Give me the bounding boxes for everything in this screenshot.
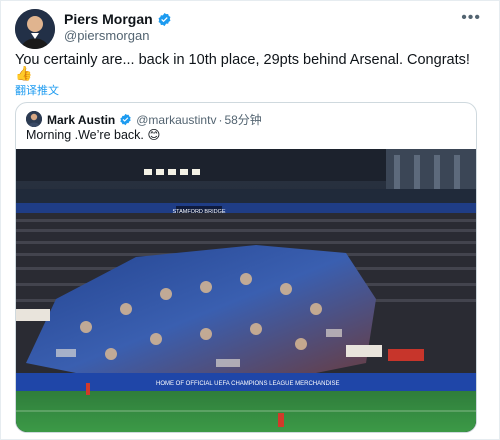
quoted-tweet[interactable]: Mark Austin @markaustintv · 58分钟 Morning… <box>15 102 477 433</box>
verified-badge-icon <box>158 12 171 26</box>
tweet-text: You certainly are... back in 10th place,… <box>15 52 470 68</box>
quoted-author-name[interactable]: Mark Austin <box>47 113 115 127</box>
quoted-photo[interactable]: STAMFORD BRIDGE HOME OF OFFICIAL UEFA CH… <box>16 149 476 432</box>
author-name[interactable]: Piers Morgan <box>64 11 172 27</box>
quoted-timestamp[interactable]: 58分钟 <box>224 111 261 128</box>
author-name-text[interactable]: Piers Morgan <box>64 11 153 27</box>
translate-tweet-link[interactable]: 翻译推文 <box>15 82 59 98</box>
quoted-text: Morning .We’re back. 😊 <box>26 128 161 142</box>
verified-badge-icon <box>120 113 131 126</box>
stadium-photo: STAMFORD BRIDGE HOME OF OFFICIAL UEFA CH… <box>16 149 476 432</box>
tweet-card[interactable]: Piers Morgan @piersmorgan ••• You certai… <box>0 0 500 440</box>
quoted-author-handle[interactable]: @markaustintv <box>136 113 216 127</box>
quoted-separator: · <box>218 112 223 127</box>
thumbs-up-emoji: 👍 <box>15 65 33 81</box>
author-handle[interactable]: @piersmorgan <box>64 28 149 43</box>
more-options-icon[interactable]: ••• <box>461 9 481 27</box>
quoted-author-avatar[interactable] <box>26 111 42 127</box>
quoted-header: Mark Austin @markaustintv · 58分钟 <box>47 111 262 128</box>
author-avatar[interactable] <box>15 9 55 49</box>
ad-board-text: HOME OF OFFICIAL UEFA CHAMPIONS LEAGUE M… <box>156 381 339 387</box>
